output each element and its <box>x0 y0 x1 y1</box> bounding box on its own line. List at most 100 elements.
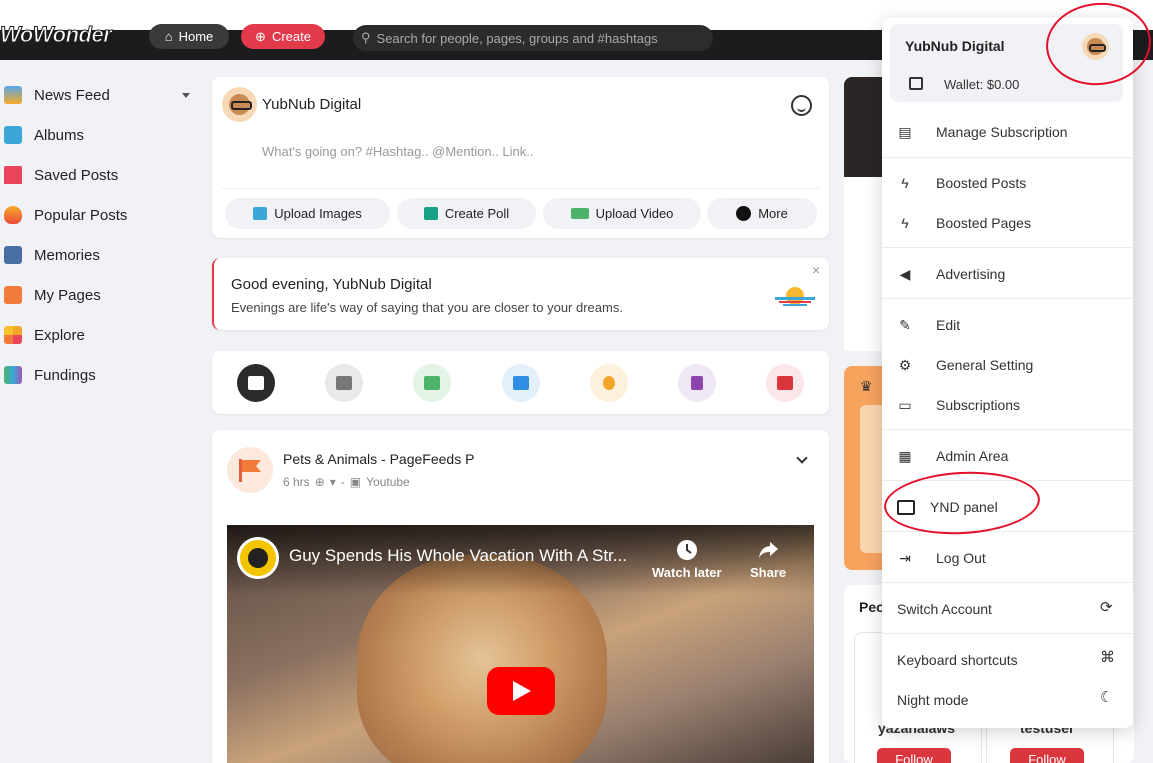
search-placeholder: Search for people, pages, groups and #ha… <box>376 30 658 46</box>
page-avatar[interactable] <box>227 447 273 493</box>
composer-input[interactable]: What's going on? #Hashtag.. @Mention.. L… <box>262 144 534 159</box>
filter-music-button[interactable] <box>590 364 628 402</box>
divider <box>882 429 1133 430</box>
privacy-dropdown-icon[interactable]: ▾ <box>330 475 336 489</box>
share-label: Share <box>750 565 787 580</box>
video-title[interactable]: Guy Spends His Whole Vacation With A Str… <box>289 546 627 566</box>
chevron-down-icon[interactable] <box>182 93 190 98</box>
wallet-balance[interactable]: Wallet: $0.00 <box>944 77 1019 92</box>
memories-icon <box>4 246 22 264</box>
watch-later-button[interactable]: Watch later <box>652 539 722 580</box>
follow-button[interactable]: Follow <box>877 748 951 763</box>
menu-item-label: Advertising <box>936 266 1006 282</box>
albums-icon <box>4 126 22 144</box>
upload-video-button[interactable]: Upload Video <box>543 198 701 229</box>
menu-item-general-setting[interactable]: ⚙ General Setting <box>897 353 1127 377</box>
sidebar-item-label: News Feed <box>34 86 110 104</box>
plus-circle-icon: ⊕ <box>255 28 266 44</box>
menu-item-night-mode[interactable]: Night mode <box>897 688 1127 712</box>
divider <box>882 298 1133 299</box>
filter-text-button[interactable] <box>325 364 363 402</box>
sidebar-item-label: Popular Posts <box>34 206 128 224</box>
menu-item-label: Night mode <box>897 692 969 708</box>
lightning-icon: ϟ <box>901 175 909 191</box>
refresh-icon[interactable]: ⟳ <box>1100 598 1113 616</box>
moon-icon[interactable]: ☾ <box>1100 688 1113 706</box>
greeting-title: Good evening, YubNub Digital <box>231 276 432 293</box>
home-label: Home <box>178 29 214 44</box>
menu-item-edit[interactable]: ✎ Edit <box>897 313 1127 337</box>
sidebar-item-news-feed[interactable]: News Feed <box>0 75 200 115</box>
create-poll-button[interactable]: Create Poll <box>397 198 536 229</box>
image-icon <box>253 207 268 220</box>
globe-icon: ⊕ <box>314 475 325 489</box>
separator: - <box>340 475 345 489</box>
clock-icon <box>676 540 697 560</box>
filter-photos-button[interactable] <box>413 364 451 402</box>
sunset-icon <box>775 287 815 306</box>
filter-all-button[interactable] <box>237 364 275 402</box>
explore-grid-icon <box>4 326 22 344</box>
menu-item-manage-subscription[interactable]: ▤ Manage Subscription <box>897 120 1127 144</box>
avatar <box>222 87 257 122</box>
composer-user-name: YubNub Digital <box>262 96 362 113</box>
divider <box>882 157 1133 158</box>
search-input[interactable]: ⚲ Search for people, pages, groups and #… <box>353 25 713 51</box>
divider <box>882 582 1133 583</box>
sidebar-item-fundings[interactable]: Fundings <box>0 355 200 395</box>
sidebar-item-label: Memories <box>34 246 100 264</box>
bookmark-icon <box>4 166 22 184</box>
upload-images-button[interactable]: Upload Images <box>225 198 390 229</box>
menu-item-boosted-pages[interactable]: ϟ Boosted Pages <box>897 211 1127 235</box>
dropdown-profile-name[interactable]: YubNub Digital <box>905 38 1005 54</box>
post-time[interactable]: 6 hrs <box>283 475 310 489</box>
divider <box>222 188 819 189</box>
crown-icon: ♛ <box>860 378 873 394</box>
menu-item-subscriptions[interactable]: ▭ Subscriptions <box>897 393 1127 417</box>
menu-item-log-out[interactable]: ⇥ Log Out <box>897 546 1127 570</box>
poll-icon <box>423 207 438 220</box>
home-icon <box>4 86 22 104</box>
filter-maps-button[interactable] <box>766 364 804 402</box>
photo-icon <box>424 376 440 390</box>
sidebar-item-albums[interactable]: Albums <box>0 115 200 155</box>
video-icon <box>513 376 529 390</box>
left-sidebar: News Feed Albums Saved Posts Popular Pos… <box>0 75 200 395</box>
emoji-icon[interactable] <box>791 95 812 116</box>
sidebar-item-saved-posts[interactable]: Saved Posts <box>0 155 200 195</box>
fundings-icon <box>4 366 22 384</box>
play-button[interactable] <box>487 667 555 715</box>
sidebar-item-label: Saved Posts <box>34 166 119 184</box>
site-logo[interactable]: WoWonder <box>0 22 112 52</box>
sidebar-item-label: My Pages <box>34 286 101 304</box>
menu-item-switch-account[interactable]: Switch Account <box>897 597 1127 621</box>
people-title: Peo <box>859 599 885 615</box>
follow-button[interactable]: Follow <box>1010 748 1084 763</box>
video-icon <box>570 208 589 219</box>
sidebar-item-explore[interactable]: Explore <box>0 315 200 355</box>
menu-item-advertising[interactable]: ◀ Advertising <box>897 262 1127 286</box>
sidebar-item-memories[interactable]: Memories <box>0 235 200 275</box>
home-button[interactable]: ⌂ Home <box>149 24 229 49</box>
channel-avatar[interactable] <box>237 537 279 579</box>
close-icon[interactable]: × <box>812 262 820 278</box>
share-button[interactable]: Share <box>750 539 786 580</box>
menu-item-boosted-posts[interactable]: ϟ Boosted Posts <box>897 171 1127 195</box>
filter-videos-button[interactable] <box>502 364 540 402</box>
search-icon: ⚲ <box>361 30 371 45</box>
create-button[interactable]: ⊕ Create <box>241 24 325 49</box>
menu-item-admin-area[interactable]: ▦ Admin Area <box>897 444 1127 468</box>
sidebar-item-label: Explore <box>34 326 85 344</box>
sidebar-item-popular-posts[interactable]: Popular Posts <box>0 195 200 235</box>
menu-item-label: Log Out <box>936 550 986 566</box>
sidebar-item-my-pages[interactable]: My Pages <box>0 275 200 315</box>
divider <box>882 247 1133 248</box>
filter-files-button[interactable] <box>678 364 716 402</box>
menu-item-keyboard-shortcuts[interactable]: Keyboard shortcuts <box>897 648 1127 672</box>
subscription-card-icon: ▤ <box>898 123 912 140</box>
post-page-name[interactable]: Pets & Animals - PageFeeds P <box>283 451 474 467</box>
menu-item-label: General Setting <box>936 357 1034 373</box>
dashboard-icon: ▦ <box>898 447 912 464</box>
menu-item-label: Admin Area <box>936 448 1009 464</box>
more-button[interactable]: More <box>707 198 817 229</box>
